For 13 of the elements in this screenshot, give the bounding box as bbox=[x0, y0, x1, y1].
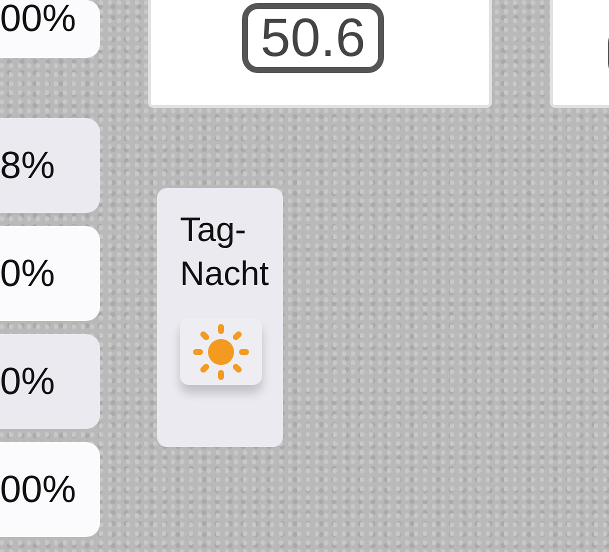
percent-value: 0% bbox=[0, 254, 55, 292]
value-tile[interactable]: 00% bbox=[0, 442, 100, 537]
value-tile[interactable]: 0% bbox=[0, 226, 100, 321]
value-tile[interactable]: 0% bbox=[0, 334, 100, 429]
percent-value: 00% bbox=[0, 0, 76, 38]
value-tile[interactable]: 00% bbox=[0, 0, 100, 58]
day-night-label: Tag-Nacht bbox=[180, 210, 270, 296]
value-readout: 50.6 bbox=[242, 3, 384, 73]
percent-value: 8% bbox=[0, 146, 55, 184]
day-night-button[interactable] bbox=[180, 318, 262, 386]
percent-value: 00% bbox=[0, 470, 76, 508]
value-tile[interactable]: 8% bbox=[0, 118, 100, 213]
percent-value: 0% bbox=[0, 362, 55, 400]
